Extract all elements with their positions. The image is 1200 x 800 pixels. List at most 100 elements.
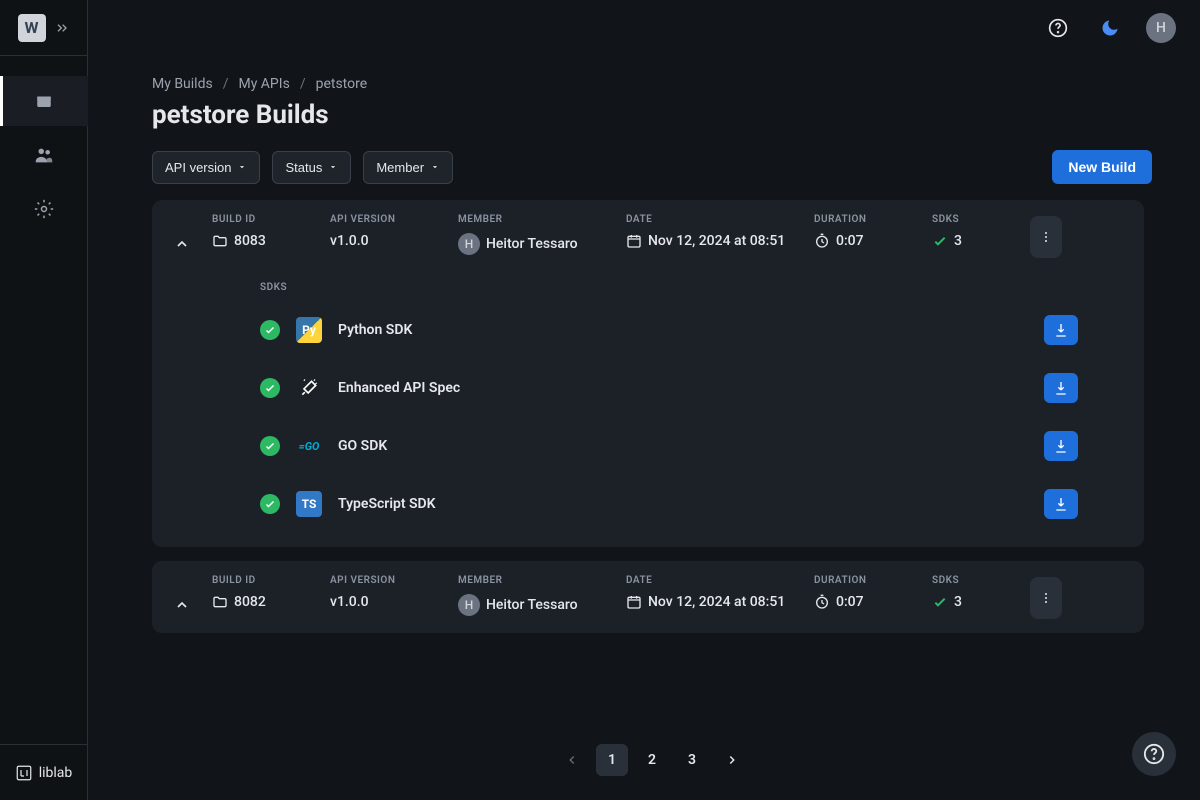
- sdk-name: Python SDK: [338, 322, 412, 338]
- caret-down-icon: [430, 162, 440, 172]
- col-api-version: API VERSION v1.0.0: [330, 214, 450, 249]
- member-avatar: H: [458, 594, 480, 616]
- col-header: MEMBER: [458, 575, 618, 586]
- sdk-section: SDKs Py Python SDK: [168, 282, 1128, 533]
- sdk-row: Enhanced API Spec: [260, 359, 1128, 417]
- col-header: MEMBER: [458, 214, 618, 225]
- build-id-value: 8083: [234, 233, 266, 249]
- folder-icon: [212, 594, 228, 610]
- filter-label: Member: [376, 160, 424, 175]
- api-version-value: v1.0.0: [330, 233, 450, 249]
- build-header-row: BUILD ID 8083 API VERSION v1.0.0 MEMBER: [168, 214, 1128, 258]
- sdk-section-label: SDKs: [260, 282, 1128, 293]
- breadcrumb-sep: /: [223, 76, 229, 92]
- sidebar-item-builds[interactable]: [0, 76, 88, 126]
- folder-icon: [212, 233, 228, 249]
- builds-list[interactable]: BUILD ID 8083 API VERSION v1.0.0 MEMBER: [152, 200, 1152, 728]
- caret-down-icon: [237, 162, 247, 172]
- sdk-count: 3: [954, 233, 962, 249]
- calendar-icon: [626, 594, 642, 610]
- filter-member[interactable]: Member: [363, 151, 453, 184]
- col-header: SDKs: [932, 214, 1022, 225]
- download-button[interactable]: [1044, 315, 1078, 345]
- more-menu-button[interactable]: [1030, 216, 1062, 258]
- col-header: BUILD ID: [212, 214, 322, 225]
- col-date: DATE Nov 12, 2024 at 08:51: [626, 214, 806, 249]
- sdk-count: 3: [954, 594, 962, 610]
- help-fab-button[interactable]: [1132, 732, 1176, 776]
- sidebar-nav: [0, 56, 87, 234]
- collapse-button[interactable]: [168, 230, 196, 258]
- member-avatar: H: [458, 233, 480, 255]
- theme-toggle-icon[interactable]: [1094, 12, 1126, 44]
- build-card: BUILD ID 8082 API VERSION v1.0.0 MEMBER: [152, 561, 1144, 633]
- page-button-2[interactable]: 2: [636, 744, 668, 776]
- python-icon: Py: [296, 317, 322, 343]
- user-avatar[interactable]: H: [1146, 13, 1176, 43]
- api-version-value: v1.0.0: [330, 594, 450, 610]
- next-page-button[interactable]: [716, 744, 748, 776]
- filters-row: API version Status Member New Build: [152, 150, 1152, 184]
- stopwatch-icon: [814, 594, 830, 610]
- sidebar-item-team[interactable]: [0, 130, 88, 180]
- page-title: petstore Builds: [152, 100, 1152, 130]
- member-name: Heitor Tessaro: [486, 236, 578, 252]
- download-button[interactable]: [1044, 431, 1078, 461]
- col-header: DURATION: [814, 575, 924, 586]
- sidebar-item-settings[interactable]: [0, 184, 88, 234]
- calendar-icon: [626, 233, 642, 249]
- download-button[interactable]: [1044, 373, 1078, 403]
- wand-icon: [296, 375, 322, 401]
- col-header: BUILD ID: [212, 575, 322, 586]
- col-header: DATE: [626, 214, 806, 225]
- breadcrumb-link-0[interactable]: My Builds: [152, 76, 213, 92]
- col-date: DATE Nov 12, 2024 at 08:51: [626, 575, 806, 610]
- breadcrumb-sep: /: [300, 76, 306, 92]
- col-api-version: API VERSION v1.0.0: [330, 575, 450, 610]
- page-button-1[interactable]: 1: [596, 744, 628, 776]
- col-header: SDKs: [932, 575, 1022, 586]
- filter-api-version[interactable]: API version: [152, 151, 260, 184]
- filter-status[interactable]: Status: [272, 151, 351, 184]
- more-menu-button[interactable]: [1030, 577, 1062, 619]
- col-member: MEMBER H Heitor Tessaro: [458, 575, 618, 616]
- duration-value: 0:07: [836, 233, 864, 249]
- caret-down-icon: [328, 162, 338, 172]
- col-sdks: SDKs 3: [932, 575, 1022, 610]
- left-sidebar: W liblab: [0, 0, 88, 800]
- stopwatch-icon: [814, 233, 830, 249]
- prev-page-button[interactable]: [556, 744, 588, 776]
- typescript-icon: TS: [296, 491, 322, 517]
- workspace-logo[interactable]: W: [18, 14, 46, 42]
- sdk-name: Enhanced API Spec: [338, 380, 460, 396]
- new-build-button[interactable]: New Build: [1052, 150, 1152, 184]
- status-success-icon: [260, 378, 280, 398]
- brand-name: liblab: [39, 765, 73, 781]
- expand-button[interactable]: [168, 591, 196, 619]
- build-id-value: 8082: [234, 594, 266, 610]
- sidebar-header: W: [0, 0, 87, 56]
- col-duration: DURATION 0:07: [814, 575, 924, 610]
- pagination: 1 2 3: [152, 728, 1152, 784]
- page-button-3[interactable]: 3: [676, 744, 708, 776]
- go-icon: =GO: [296, 433, 322, 459]
- col-header: DATE: [626, 575, 806, 586]
- download-button[interactable]: [1044, 489, 1078, 519]
- expand-sidebar-icon[interactable]: [54, 20, 70, 36]
- breadcrumb-link-1[interactable]: My APIs: [238, 76, 289, 92]
- help-icon[interactable]: [1042, 12, 1074, 44]
- col-member: MEMBER H Heitor Tessaro: [458, 214, 618, 255]
- status-success-icon: [260, 320, 280, 340]
- sdk-row: TS TypeScript SDK: [260, 475, 1128, 533]
- breadcrumb: My Builds / My APIs / petstore: [152, 76, 1152, 92]
- sidebar-footer[interactable]: liblab: [0, 744, 87, 800]
- build-header-row: BUILD ID 8082 API VERSION v1.0.0 MEMBER: [168, 575, 1128, 619]
- status-success-icon: [260, 436, 280, 456]
- date-value: Nov 12, 2024 at 08:51: [648, 594, 785, 610]
- col-build-id: BUILD ID 8083: [212, 214, 322, 249]
- check-icon: [932, 233, 948, 249]
- topbar: H: [88, 0, 1200, 56]
- date-value: Nov 12, 2024 at 08:51: [648, 233, 785, 249]
- breadcrumb-link-2[interactable]: petstore: [316, 76, 368, 92]
- main-area: H My Builds / My APIs / petstore petstor…: [88, 0, 1200, 800]
